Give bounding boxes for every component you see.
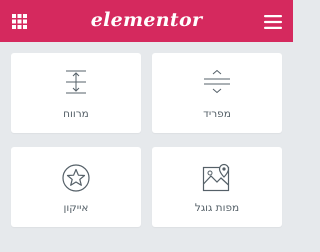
star-icon (62, 164, 90, 192)
widget-divider-label: מפריד (203, 108, 231, 120)
widget-google-maps[interactable]: מפות גוגל (152, 147, 282, 227)
hamburger-menu-icon[interactable] (264, 15, 282, 29)
widget-icon-label: אייקון (63, 202, 89, 214)
spacer-icon (66, 70, 86, 94)
grid-icon[interactable] (12, 14, 27, 29)
widget-icon[interactable]: אייקון (11, 147, 141, 227)
widgets-panel: מפריד מרווח מפות גוגל אייקון (0, 42, 293, 252)
widget-spacer-label: מרווח (63, 108, 89, 120)
divider-icon (204, 69, 230, 94)
map-icon (202, 163, 230, 192)
top-bar: elementor (0, 0, 293, 42)
widget-spacer[interactable]: מרווח (11, 53, 141, 133)
widget-google-maps-label: מפות גוגל (194, 202, 240, 214)
elementor-logo: elementor (90, 9, 203, 31)
widget-divider[interactable]: מפריד (152, 53, 282, 133)
